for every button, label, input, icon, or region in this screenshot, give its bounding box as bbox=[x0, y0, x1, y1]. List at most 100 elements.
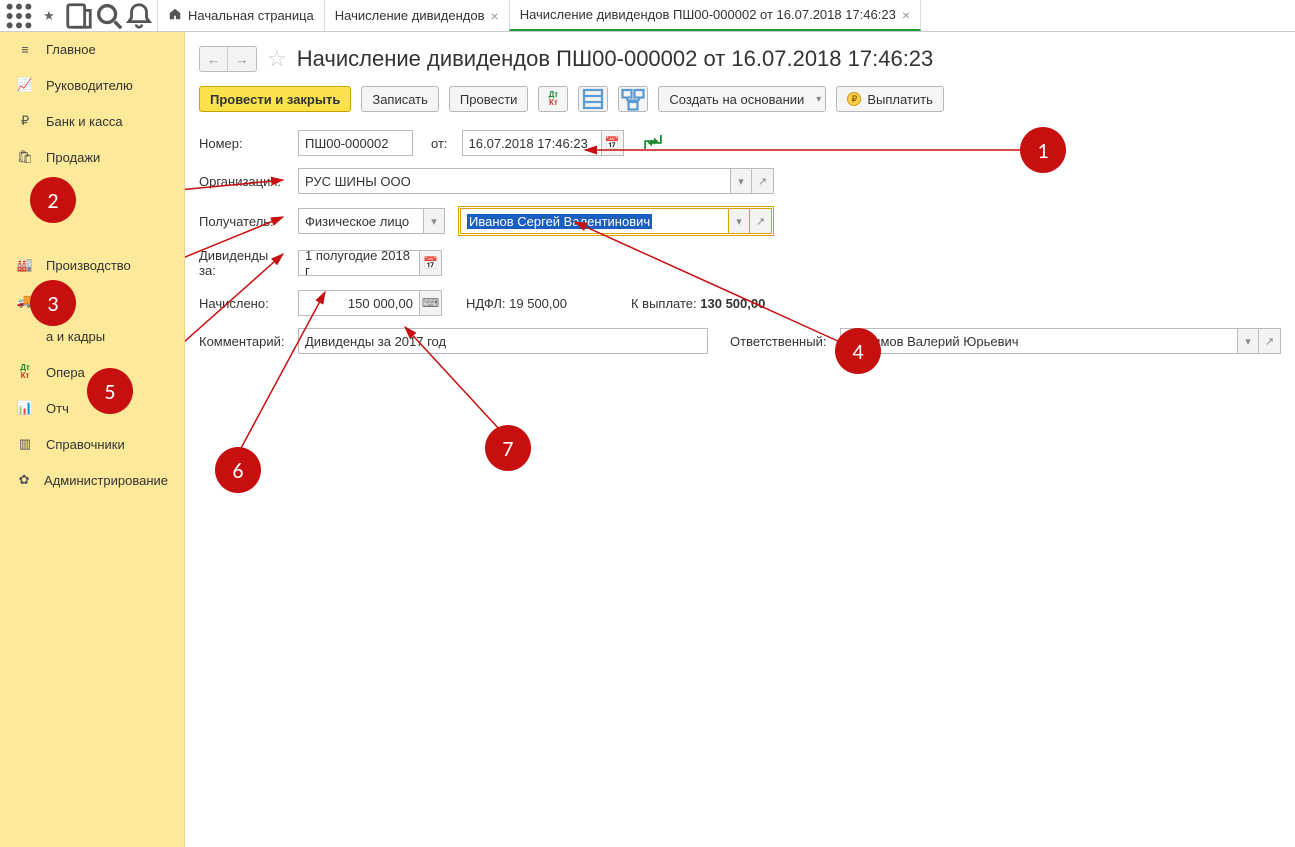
row-amounts: Начислено: 150 000,00 ⌨ НДФЛ: 19 500,00 … bbox=[199, 290, 1281, 316]
post-and-close-button[interactable]: Провести и закрыть bbox=[199, 86, 351, 112]
apps-grid-icon[interactable] bbox=[4, 0, 34, 32]
sidebar-item-proizvod[interactable]: 🏭Производство bbox=[0, 247, 184, 283]
forward-button[interactable]: → bbox=[228, 47, 256, 71]
star-icon[interactable]: ★ bbox=[34, 0, 64, 32]
dtkt-button[interactable]: ДтКт bbox=[538, 86, 568, 112]
tab-dividends-doc[interactable]: Начисление дивидендов ПШ00-000002 от 16.… bbox=[509, 0, 921, 31]
sidebar-item-rukovod[interactable]: 📈 Руководителю bbox=[0, 67, 184, 103]
open-icon[interactable]: ↗ bbox=[750, 208, 772, 234]
show-movements-button[interactable] bbox=[578, 86, 608, 112]
dropdown-icon[interactable]: ▾ bbox=[728, 208, 750, 234]
calculator-icon[interactable]: ⌨ bbox=[420, 290, 442, 316]
otvetstv-field[interactable]: Любимов Валерий Юрьевич bbox=[840, 328, 1237, 354]
home-icon bbox=[168, 7, 182, 24]
favorite-star-icon[interactable]: ☆ bbox=[267, 46, 287, 72]
sidebar-item-label: Руководителю bbox=[46, 78, 133, 93]
sidebar-item-glavnoe[interactable]: ≡ Главное bbox=[0, 32, 184, 67]
callout-4: 4 bbox=[835, 328, 881, 374]
tab-home-label: Начальная страница bbox=[188, 8, 314, 23]
structure-button[interactable] bbox=[618, 86, 648, 112]
callout-5: 5 bbox=[87, 368, 133, 414]
callout-1: 1 bbox=[1020, 127, 1066, 173]
post-button[interactable]: Провести bbox=[449, 86, 529, 112]
org-field[interactable]: РУС ШИНЫ ООО bbox=[298, 168, 730, 194]
date-field[interactable]: 16.07.2018 17:46:23 bbox=[462, 130, 602, 156]
sidebar-item-label: Опера bbox=[46, 365, 85, 380]
sidebar-item-label: Отч bbox=[46, 401, 69, 416]
label-ndfl: НДФЛ: bbox=[466, 296, 506, 311]
label-nomer: Номер: bbox=[199, 136, 284, 151]
row-period: Дивиденды за: 1 полугодие 2018 г 📅 bbox=[199, 248, 1281, 278]
nachisleno-field[interactable]: 150 000,00 bbox=[298, 290, 420, 316]
save-button[interactable]: Записать bbox=[361, 86, 439, 112]
sidebar-item-label: Главное bbox=[46, 42, 96, 57]
menu-icon: ≡ bbox=[16, 42, 34, 57]
recipient-type-field[interactable]: Физическое лицо bbox=[298, 208, 423, 234]
kommentariy-field[interactable]: Дивиденды за 2017 год bbox=[298, 328, 708, 354]
sidebar-item-hidden2[interactable] bbox=[0, 211, 184, 247]
recipient-group: Иванов Сергей Валентинович ▾ ↗ bbox=[460, 208, 772, 234]
sidebar-item-prodazhi[interactable]: 🛍Продажи bbox=[0, 139, 184, 175]
tab-dividends-list[interactable]: Начисление дивидендов × bbox=[324, 0, 510, 31]
close-icon[interactable]: × bbox=[491, 9, 499, 23]
pay-button-label: Выплатить bbox=[867, 92, 933, 107]
dropdown-icon[interactable]: ▾ bbox=[730, 168, 752, 194]
sidebar-item-label: Продажи bbox=[46, 150, 100, 165]
period-field[interactable]: 1 полугодие 2018 г bbox=[298, 250, 420, 276]
nachisleno-group: 150 000,00 ⌨ bbox=[298, 290, 442, 316]
label-nachisleno: Начислено: bbox=[199, 296, 284, 311]
close-icon[interactable]: × bbox=[902, 8, 910, 22]
label-ot: от: bbox=[431, 136, 448, 151]
sidebar-item-label: а и кадры bbox=[46, 329, 105, 344]
pay-button[interactable]: ₽ Выплатить bbox=[836, 86, 944, 112]
coin-icon: ₽ bbox=[847, 92, 861, 106]
refresh-icon[interactable] bbox=[644, 135, 662, 152]
sidebar-item-sprav[interactable]: ▥Справочники bbox=[0, 426, 184, 462]
callout-3: 3 bbox=[30, 280, 76, 326]
open-icon[interactable]: ↗ bbox=[1259, 328, 1281, 354]
tab-label: Начисление дивидендов ПШ00-000002 от 16.… bbox=[520, 7, 896, 22]
header-row: ← → ☆ Начисление дивидендов ПШ00-000002 … bbox=[199, 46, 1281, 72]
recipient-field[interactable]: Иванов Сергей Валентинович bbox=[460, 208, 728, 234]
sidebar-item-kadry[interactable]: а и кадры bbox=[0, 319, 184, 354]
bell-icon[interactable] bbox=[124, 0, 154, 32]
dropdown-icon[interactable]: ▾ bbox=[423, 208, 445, 234]
open-icon[interactable]: ↗ bbox=[752, 168, 774, 194]
main: ← → ☆ Начисление дивидендов ПШ00-000002 … bbox=[185, 32, 1295, 847]
sidebar-item-bank[interactable]: ₽ Банк и касса bbox=[0, 103, 184, 139]
recipient-highlight: Иванов Сергей Валентинович ▾ ↗ bbox=[458, 206, 774, 236]
callout-2: 2 bbox=[30, 177, 76, 223]
label-k-vyplate: К выплате: bbox=[631, 296, 697, 311]
callout-6: 6 bbox=[215, 447, 261, 493]
tab-home[interactable]: Начальная страница bbox=[157, 0, 325, 31]
sidebar-item-label: Банк и касса bbox=[46, 114, 123, 129]
nomer-field[interactable]: ПШ00-000002 bbox=[298, 130, 413, 156]
sidebar-item-label: Справочники bbox=[46, 437, 125, 452]
sidebar-item-hidden1[interactable] bbox=[0, 175, 184, 211]
sidebar-item-label: Администрирование bbox=[44, 473, 168, 488]
recipient-type-group: Физическое лицо ▾ bbox=[298, 208, 445, 234]
gear-icon: ✿ bbox=[16, 472, 32, 488]
label-poluchatel: Получатель: bbox=[199, 214, 284, 229]
calendar-icon[interactable]: 📅 bbox=[420, 250, 442, 276]
ruble-icon: ₽ bbox=[16, 113, 34, 129]
chart-up-icon: 📈 bbox=[16, 77, 34, 93]
sidebar-item-admin[interactable]: ✿ Администрирование bbox=[0, 462, 184, 498]
create-based-on-button[interactable]: Создать на основании bbox=[658, 86, 826, 112]
sidebar-item-hidden3[interactable]: 🚚 bbox=[0, 283, 184, 319]
search-icon[interactable] bbox=[94, 0, 124, 32]
otvetstv-group: Любимов Валерий Юрьевич ▾ ↗ bbox=[840, 328, 1281, 354]
history-icon[interactable] bbox=[64, 0, 94, 32]
sidebar: ≡ Главное 📈 Руководителю ₽ Банк и касса 🛍Пр… bbox=[0, 32, 185, 847]
tab-label: Начисление дивидендов bbox=[335, 8, 485, 23]
calendar-icon[interactable]: 📅 bbox=[602, 130, 624, 156]
dropdown-icon[interactable]: ▾ bbox=[1237, 328, 1259, 354]
k-vyplate-value: 130 500,00 bbox=[700, 296, 765, 311]
row-recipient: Получатель: Физическое лицо ▾ Иванов Сер… bbox=[199, 206, 1281, 236]
row-org: Организация: РУС ШИНЫ ООО ▾ ↗ bbox=[199, 168, 1281, 194]
k-vyplate-block: К выплате: 130 500,00 bbox=[631, 296, 765, 311]
label-otvetstv: Ответственный: bbox=[730, 334, 826, 349]
row-comment: Комментарий: Дивиденды за 2017 год Ответ… bbox=[199, 328, 1281, 354]
topbar-tools: ★ bbox=[0, 0, 158, 31]
back-button[interactable]: ← bbox=[200, 47, 228, 71]
